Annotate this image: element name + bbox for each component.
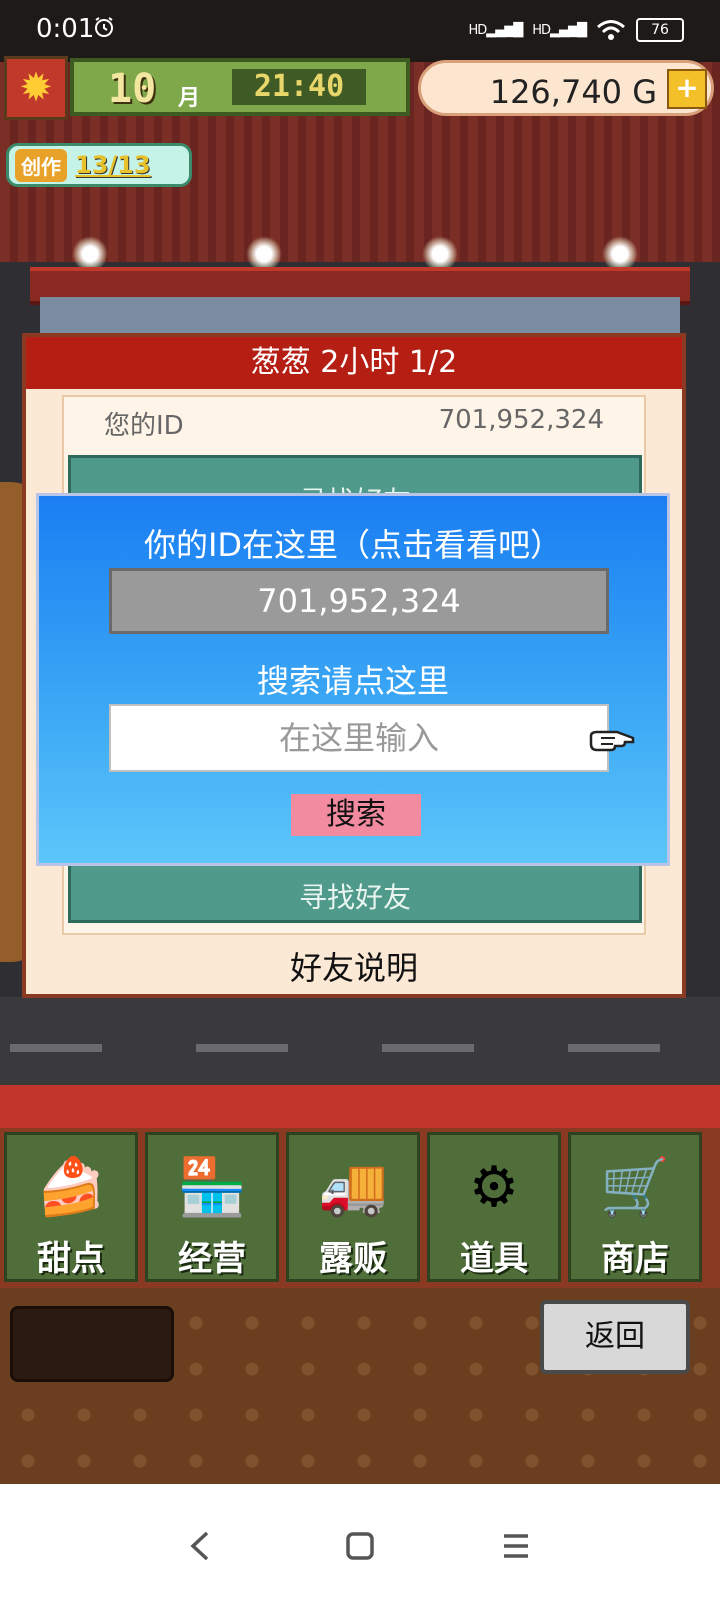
signal-icon: HD▂▄▆█ bbox=[468, 22, 523, 38]
lane-marking bbox=[382, 1044, 474, 1052]
wifi-icon bbox=[597, 20, 625, 40]
month-label: 月 bbox=[178, 86, 201, 111]
nav-menu-icon[interactable] bbox=[486, 1516, 546, 1576]
status-time: 0:01 bbox=[36, 14, 95, 44]
status-indicators: HD▂▄▆█ HD▂▄▆█ 76 bbox=[468, 16, 684, 44]
id-search-dialog: 你的ID在这里（点击看看吧） 701,952,324 搜索请点这里 在这里输入 … bbox=[36, 493, 670, 866]
craft-label: 创作 bbox=[15, 148, 67, 182]
alarm-icon bbox=[95, 17, 113, 37]
menu-desserts-button[interactable]: 🍰 甜点 bbox=[4, 1132, 138, 1282]
nav-back-icon[interactable] bbox=[170, 1516, 230, 1576]
money-panel: 126,740 G + bbox=[418, 60, 714, 116]
search-button[interactable]: 搜索 bbox=[291, 794, 421, 836]
menu-items-button[interactable]: ⚙ 道具 bbox=[427, 1132, 561, 1282]
status-bar: 0:01 HD▂▄▆█ HD▂▄▆█ 76 bbox=[0, 0, 720, 62]
menu-label: 商店 bbox=[601, 1239, 669, 1279]
menu-label: 露贩 bbox=[319, 1239, 387, 1279]
craft-count: 13/13 bbox=[75, 151, 151, 179]
date-time-panel: 10 月 21:40 bbox=[70, 58, 410, 116]
battery-icon: 76 bbox=[636, 18, 684, 42]
empty-slot bbox=[10, 1306, 174, 1382]
menu-food-truck-button[interactable]: 🚚 露贩 bbox=[286, 1132, 420, 1282]
lane-marking bbox=[196, 1044, 288, 1052]
nav-home-icon[interactable] bbox=[330, 1516, 390, 1576]
money-amount: 126,740 G bbox=[489, 73, 657, 111]
menu-shop-button[interactable]: 🛒 商店 bbox=[568, 1132, 702, 1282]
pointing-hand-icon bbox=[589, 730, 635, 752]
month-number: 10 bbox=[108, 66, 157, 112]
signal-icon: HD▂▄▆█ bbox=[532, 22, 587, 38]
id-display-field[interactable]: 701,952,324 bbox=[109, 568, 609, 634]
search-input[interactable]: 在这里输入 bbox=[109, 704, 609, 772]
craft-counter[interactable]: 创作 13/13 bbox=[6, 143, 192, 187]
id-label: 您的ID bbox=[104, 411, 184, 441]
panel-title: 葱葱 2小时 1/2 bbox=[26, 337, 682, 389]
cake-icon: 🍰 bbox=[36, 1155, 106, 1220]
shop-icon: 🏪 bbox=[177, 1155, 247, 1220]
season-maple-icon[interactable]: ✹ bbox=[4, 56, 68, 120]
menu-band bbox=[0, 1085, 720, 1133]
cart-icon: 🛒 bbox=[600, 1155, 670, 1220]
items-bag-icon: ⚙ bbox=[468, 1154, 520, 1220]
game-clock: 21:40 bbox=[232, 69, 366, 105]
find-friend-button[interactable]: 寻找好友 bbox=[71, 876, 639, 916]
system-nav-bar bbox=[0, 1484, 720, 1600]
id-value: 701,952,324 bbox=[438, 405, 604, 435]
menu-label: 甜点 bbox=[37, 1239, 105, 1279]
friend-guide-link[interactable]: 好友说明 bbox=[26, 943, 682, 989]
food-truck-icon: 🚚 bbox=[318, 1155, 388, 1220]
menu-label: 经营 bbox=[178, 1239, 246, 1279]
dialog-title: 你的ID在这里（点击看看吧） bbox=[143, 526, 563, 564]
menu-label: 道具 bbox=[460, 1239, 528, 1279]
menu-management-button[interactable]: 🏪 经营 bbox=[145, 1132, 279, 1282]
lane-marking bbox=[10, 1044, 102, 1052]
lane-marking bbox=[568, 1044, 660, 1052]
battery-level: 76 bbox=[651, 22, 669, 38]
back-button[interactable]: 返回 bbox=[540, 1300, 690, 1374]
add-money-button[interactable]: + bbox=[667, 69, 707, 109]
search-hint: 搜索请点这里 bbox=[256, 662, 449, 700]
